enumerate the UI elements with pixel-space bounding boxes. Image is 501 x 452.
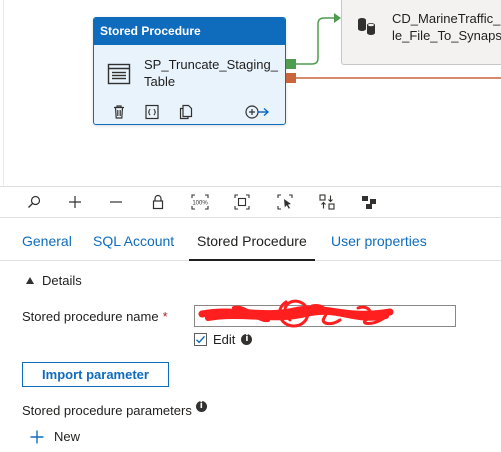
zoom-out-icon[interactable] xyxy=(105,191,127,213)
edit-checkbox-label: Edit xyxy=(213,331,236,347)
zoom-in-icon[interactable] xyxy=(64,191,86,213)
required-marker: * xyxy=(162,309,168,324)
tab-general[interactable]: General xyxy=(22,224,72,260)
stored-procedure-activity-card[interactable]: Stored Procedure SP_Truncate_Staging_Tab… xyxy=(93,17,286,125)
activity-header: Stored Procedure xyxy=(94,18,285,45)
import-parameter-button[interactable]: Import parameter xyxy=(22,362,169,387)
tab-sql-account[interactable]: SQL Account xyxy=(93,224,174,260)
next-activity-card[interactable]: CD_MarineTraffic_ le_File_To_Synapse xyxy=(341,0,501,65)
new-parameter-button[interactable]: New xyxy=(30,429,80,444)
collapse-caret-icon xyxy=(26,277,34,284)
database-icon xyxy=(358,18,375,35)
details-section-toggle[interactable]: Details xyxy=(26,273,82,288)
search-icon[interactable] xyxy=(23,191,45,213)
failure-output-port[interactable] xyxy=(286,73,296,83)
code-icon[interactable] xyxy=(144,104,160,120)
fit-to-screen-icon[interactable] xyxy=(231,191,253,213)
canvas-toolbar: 100% xyxy=(0,186,501,218)
success-output-port[interactable] xyxy=(286,59,296,69)
properties-tabs: General SQL Account Stored Procedure Use… xyxy=(0,224,501,261)
info-icon[interactable]: i xyxy=(241,333,253,345)
tab-stored-procedure[interactable]: Stored Procedure xyxy=(189,224,315,261)
add-output-icon[interactable] xyxy=(244,104,270,120)
stored-procedure-icon xyxy=(107,63,131,85)
new-parameter-label: New xyxy=(54,429,81,444)
checkmark-icon xyxy=(196,335,206,343)
sp-name-field-label: Stored procedure name * xyxy=(22,309,168,324)
success-connector-arrow xyxy=(334,13,341,23)
lock-icon[interactable] xyxy=(147,191,169,213)
info-icon[interactable]: i xyxy=(195,401,207,412)
edit-checkbox[interactable] xyxy=(194,332,207,346)
sp-parameters-label: Stored procedure parameters i xyxy=(22,401,207,418)
copy-icon[interactable] xyxy=(178,104,194,120)
next-activity-name: CD_MarineTraffic_ le_File_To_Synapse xyxy=(392,11,501,43)
edit-checkbox-row: Edit i xyxy=(194,331,253,347)
details-section-label: Details xyxy=(42,273,82,288)
tab-user-properties[interactable]: User properties xyxy=(331,224,427,260)
stored-procedure-name-input[interactable] xyxy=(194,305,456,327)
pipeline-canvas[interactable]: CD_MarineTraffic_ le_File_To_Synapse Sto… xyxy=(0,0,501,186)
zoom-100-label: 100% xyxy=(192,201,208,207)
plus-icon xyxy=(30,430,44,443)
delete-icon[interactable] xyxy=(111,104,127,120)
auto-align-icon[interactable] xyxy=(316,191,338,213)
success-connector xyxy=(296,17,336,65)
zoom-100-icon[interactable]: 100% xyxy=(189,191,211,213)
select-icon[interactable] xyxy=(274,191,296,213)
sp-name-label-text: Stored procedure name xyxy=(22,309,159,324)
layout-icon[interactable] xyxy=(358,191,380,213)
activity-name: SP_Truncate_Staging_Table xyxy=(144,57,278,89)
sp-parameters-label-text: Stored procedure parameters xyxy=(22,403,192,418)
